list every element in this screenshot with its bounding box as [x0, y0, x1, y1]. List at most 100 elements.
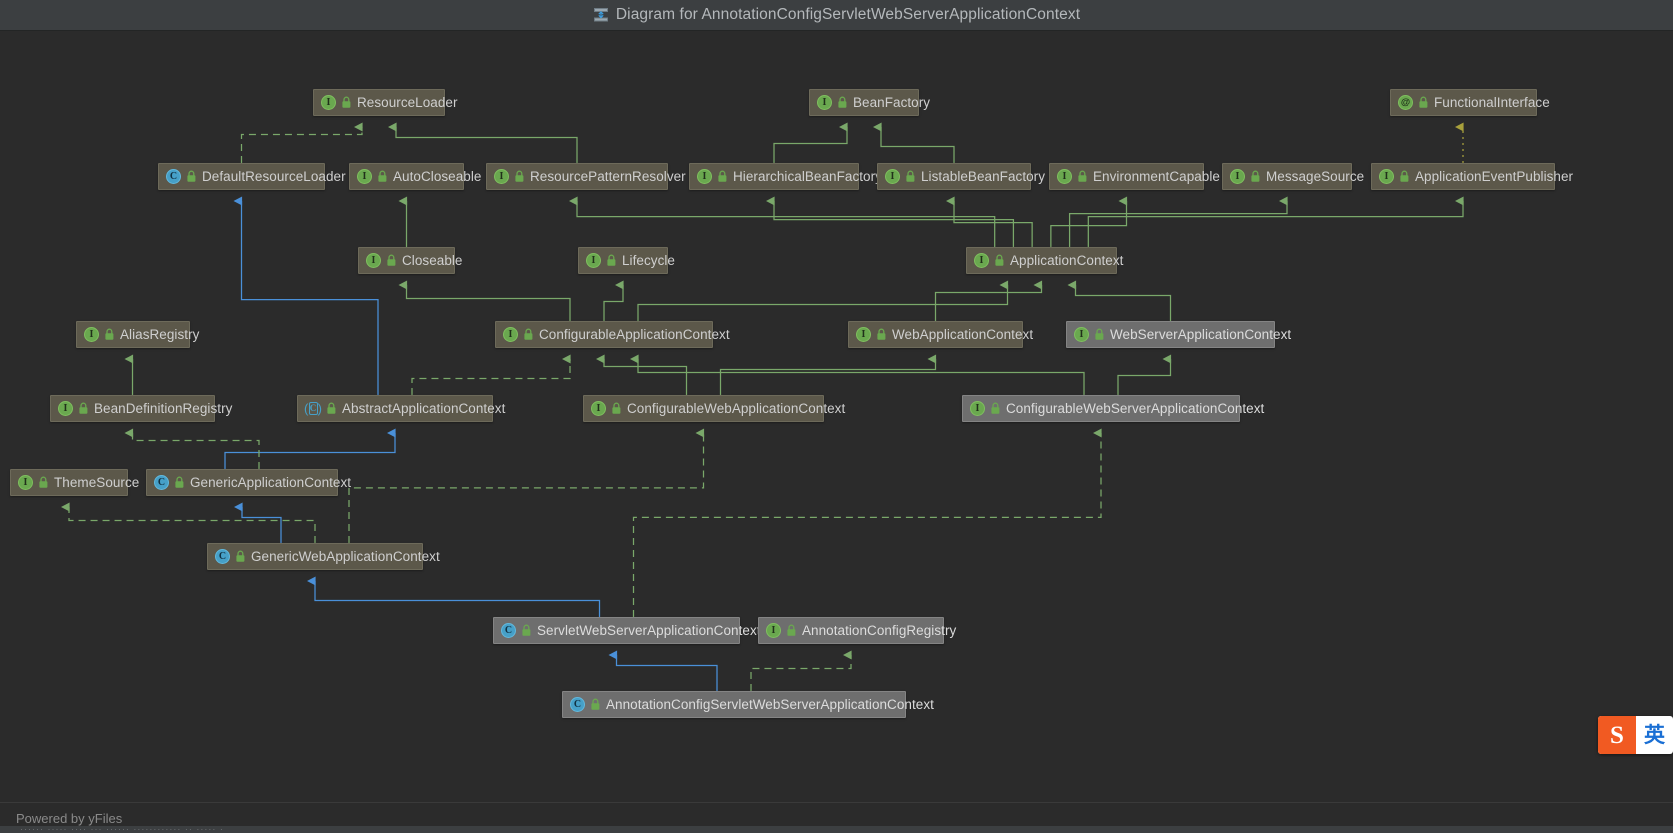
node-ConfigurableApplicationContext[interactable]: ConfigurableApplicationContext [495, 321, 713, 348]
edge-ApplicationContext-to-ResourcePatternResolver [577, 201, 995, 247]
sogou-logo-letter: S [1610, 723, 1624, 748]
node-AliasRegistry[interactable]: AliasRegistry [76, 321, 190, 348]
node-label: WebApplicationContext [892, 328, 1033, 342]
node-label: ThemeSource [54, 476, 139, 490]
edge-DefaultResourceLoader-to-ResourceLoader [242, 127, 363, 163]
lock-icon [1077, 170, 1088, 183]
node-WebServerApplicationContext[interactable]: WebServerApplicationContext [1066, 321, 1275, 348]
node-label: AliasRegistry [120, 328, 199, 342]
window-title: Diagram for AnnotationConfigServletWebSe… [616, 6, 1080, 24]
node-label: MessageSource [1266, 170, 1364, 184]
lock-icon [994, 254, 1005, 267]
lock-icon [786, 624, 797, 637]
lock-icon [326, 402, 337, 415]
node-MessageSource[interactable]: MessageSource [1222, 163, 1352, 190]
sogou-ime-indicator[interactable]: S 英 [1598, 716, 1673, 754]
node-label: EnvironmentCapable [1093, 170, 1220, 184]
lock-icon [38, 476, 49, 489]
node-label: BeanDefinitionRegistry [94, 402, 232, 416]
edge-ApplicationContext-to-MessageSource [1070, 201, 1287, 247]
diagram-window: Diagram for AnnotationConfigServletWebSe… [0, 0, 1673, 833]
class-badge-icon [166, 169, 181, 184]
node-AutoCloseable[interactable]: AutoCloseable [349, 163, 464, 190]
interface-badge-icon [366, 253, 381, 268]
node-label: ApplicationContext [1010, 254, 1123, 268]
node-ApplicationEventPublisher[interactable]: ApplicationEventPublisher [1371, 163, 1555, 190]
lock-icon [1094, 328, 1105, 341]
node-ResourceLoader[interactable]: ResourceLoader [313, 89, 445, 116]
lock-icon [186, 170, 197, 183]
node-label: Lifecycle [622, 254, 675, 268]
node-ConfigurableWebApplicationContext[interactable]: ConfigurableWebApplicationContext [583, 395, 824, 422]
lock-icon [590, 698, 601, 711]
node-BeanFactory[interactable]: BeanFactory [809, 89, 919, 116]
edge-HierarchicalBeanFactory-to-BeanFactory [774, 127, 847, 163]
interface-badge-icon [856, 327, 871, 342]
node-label: AbstractApplicationContext [342, 402, 505, 416]
node-label: ApplicationEventPublisher [1415, 170, 1573, 184]
edge-ResourcePatternResolver-to-ResourceLoader [396, 127, 577, 163]
node-label: HierarchicalBeanFactory [733, 170, 882, 184]
node-label: GenericApplicationContext [190, 476, 351, 490]
interface-badge-icon [1379, 169, 1394, 184]
edge-ConfigurableApplicationContext-to-Closeable [407, 285, 571, 321]
lock-icon [235, 550, 246, 563]
node-AbstractApplicationContext[interactable]: ()AbstractApplicationContext [297, 395, 493, 422]
node-FunctionalInterface[interactable]: FunctionalInterface [1390, 89, 1537, 116]
edge-AbstractApplicationContext-to-ConfigurableApplicationContext [412, 359, 570, 395]
lock-icon [717, 170, 728, 183]
edge-ConfigurableWebServerApplicationContext-to-ConfigurableApplicationContext [638, 359, 1084, 395]
node-HierarchicalBeanFactory[interactable]: HierarchicalBeanFactory [689, 163, 859, 190]
edge-GenericApplicationContext-to-BeanDefinitionRegistry [133, 433, 260, 469]
edge-ApplicationContext-to-ListableBeanFactory [954, 201, 1032, 247]
node-Lifecycle[interactable]: Lifecycle [578, 247, 668, 274]
class-badge-icon [570, 697, 585, 712]
node-label: ConfigurableApplicationContext [539, 328, 730, 342]
interface-badge-icon [697, 169, 712, 184]
edge-ConfigurableWebApplicationContext-to-WebApplicationContext [721, 359, 936, 395]
node-Closeable[interactable]: Closeable [358, 247, 455, 274]
interface-badge-icon [586, 253, 601, 268]
node-ServletWebServerApplicationContext[interactable]: ServletWebServerApplicationContext [493, 617, 740, 644]
ime-mode-label[interactable]: 英 [1636, 725, 1673, 746]
node-BeanDefinitionRegistry[interactable]: BeanDefinitionRegistry [50, 395, 215, 422]
edge-ApplicationContext-to-HierarchicalBeanFactory [774, 201, 1013, 247]
edge-GenericWebApplicationContext-to-ConfigurableWebApplicationContext [349, 433, 704, 543]
node-ResourcePatternResolver[interactable]: ResourcePatternResolver [486, 163, 668, 190]
node-AnnotationConfigRegistry[interactable]: AnnotationConfigRegistry [758, 617, 944, 644]
lock-icon [1399, 170, 1410, 183]
node-label: AnnotationConfigServletWebServerApplicat… [606, 698, 934, 712]
window-titlebar: Diagram for AnnotationConfigServletWebSe… [0, 0, 1673, 31]
class-badge-icon [501, 623, 516, 638]
diagram-canvas[interactable]: ResourceLoader BeanFactory FunctionalInter… [0, 31, 1673, 802]
diagram-edges-layer [0, 31, 1673, 802]
edge-ConfigurableApplicationContext-to-Lifecycle [604, 285, 623, 321]
lock-icon [386, 254, 397, 267]
node-label: DefaultResourceLoader [202, 170, 346, 184]
edge-GenericWebApplicationContext-to-ThemeSource [69, 507, 315, 543]
lock-icon [837, 96, 848, 109]
lock-icon [611, 402, 622, 415]
node-ApplicationContext[interactable]: ApplicationContext [966, 247, 1117, 274]
node-AnnotationConfigServletWebServerApplicationContext[interactable]: AnnotationConfigServletWebServerApplicat… [562, 691, 906, 718]
interface-badge-icon [1074, 327, 1089, 342]
node-label: BeanFactory [853, 96, 930, 110]
diagram-icon [593, 7, 609, 23]
node-ConfigurableWebServerApplicationContext[interactable]: ConfigurableWebServerApplicationContext [962, 395, 1240, 422]
node-WebApplicationContext[interactable]: WebApplicationContext [848, 321, 1023, 348]
node-GenericApplicationContext[interactable]: GenericApplicationContext [146, 469, 338, 496]
interface-badge-icon [1230, 169, 1245, 184]
abstract-class-badge-icon: () [305, 401, 321, 416]
node-GenericWebApplicationContext[interactable]: GenericWebApplicationContext [207, 543, 423, 570]
node-ThemeSource[interactable]: ThemeSource [10, 469, 128, 496]
node-EnvironmentCapable[interactable]: EnvironmentCapable [1049, 163, 1204, 190]
lock-icon [606, 254, 617, 267]
edge-GenericWebApplicationContext-to-GenericApplicationContext [242, 507, 281, 543]
node-ListableBeanFactory[interactable]: ListableBeanFactory [877, 163, 1031, 190]
node-DefaultResourceLoader[interactable]: DefaultResourceLoader [158, 163, 325, 190]
interface-badge-icon [321, 95, 336, 110]
bottom-edge-strip: ······ ····· ···· ··· ······ ···········… [0, 826, 1673, 833]
node-label: AutoCloseable [393, 170, 481, 184]
lock-icon [521, 624, 532, 637]
interface-badge-icon [591, 401, 606, 416]
